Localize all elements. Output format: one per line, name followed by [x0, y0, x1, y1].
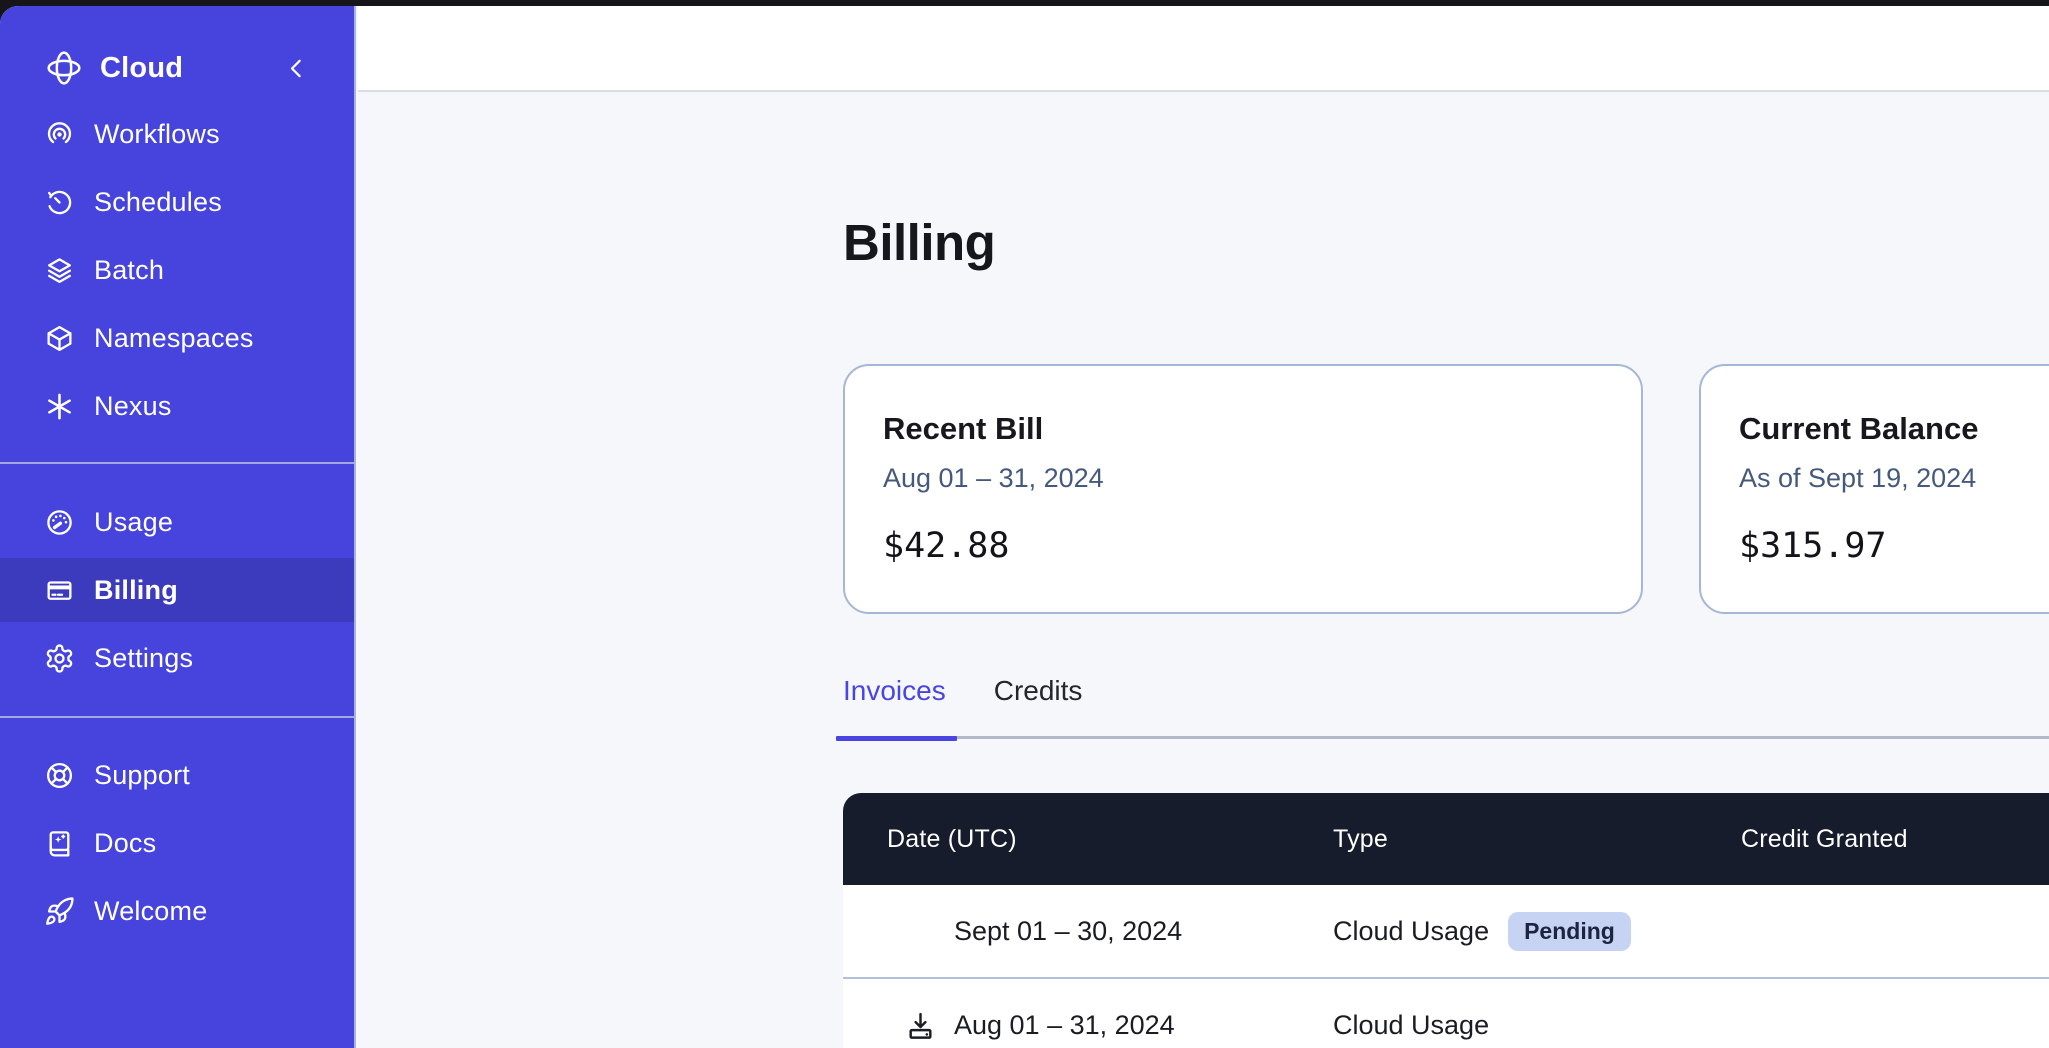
- current-balance-asof: As of Sept 19, 2024: [1739, 461, 2049, 495]
- sidebar-nav-help: Support Docs: [0, 743, 354, 943]
- sidebar-item-label: Billing: [94, 575, 178, 606]
- billing-tabs: Invoices Credits: [843, 674, 2049, 739]
- recent-bill-amount: $42.88: [883, 526, 1601, 566]
- sidebar-item-label: Welcome: [94, 896, 207, 927]
- invoice-date-cell: Aug 01 – 31, 2024: [843, 1010, 1333, 1041]
- recent-bill-period: Aug 01 – 31, 2024: [883, 461, 1601, 495]
- sidebar-item-label: Settings: [94, 643, 193, 674]
- invoices-table: Date (UTC) Type Credit Granted Sept 01 –…: [843, 793, 2049, 1048]
- sidebar-item-label: Schedules: [94, 187, 222, 218]
- settings-icon: [44, 643, 75, 674]
- sidebar-item-namespaces[interactable]: Namespaces: [0, 306, 354, 370]
- invoice-date-cell: Sept 01 – 30, 2024: [843, 916, 1333, 947]
- invoice-type-cell: Cloud Usage Pending: [1333, 912, 1741, 951]
- sidebar-nav-main: Workflows Schedules: [0, 102, 354, 438]
- sidebar-divider: [0, 716, 354, 718]
- page-title: Billing: [843, 213, 995, 272]
- invoice-row: Aug 01 – 31, 2024 Cloud Usage: [843, 977, 2049, 1048]
- sidebar-item-label: Namespaces: [94, 323, 254, 354]
- sidebar-item-label: Batch: [94, 255, 164, 286]
- main-content: Billing Recent Bill Aug 01 – 31, 2024 $4…: [358, 92, 2049, 1048]
- invoice-date: Aug 01 – 31, 2024: [954, 1010, 1175, 1041]
- sidebar-item-label: Usage: [94, 507, 173, 538]
- sidebar-item-settings[interactable]: Settings: [0, 626, 354, 690]
- sidebar-logo-row: Cloud: [0, 38, 354, 98]
- column-header-credit-granted: Credit Granted: [1741, 825, 2049, 854]
- invoice-row: Sept 01 – 30, 2024 Cloud Usage Pending: [843, 885, 2049, 977]
- tab-invoices[interactable]: Invoices: [843, 674, 946, 708]
- status-badge-pending: Pending: [1508, 912, 1631, 951]
- invoice-type: Cloud Usage: [1333, 916, 1489, 947]
- namespaces-icon: [44, 323, 75, 354]
- current-balance-title: Current Balance: [1739, 410, 2049, 448]
- download-invoice-icon[interactable]: [905, 1010, 936, 1041]
- invoice-date: Sept 01 – 30, 2024: [954, 916, 1182, 947]
- sidebar-item-docs[interactable]: Docs: [0, 811, 354, 875]
- sidebar-collapse-button[interactable]: [282, 54, 310, 82]
- sidebar-item-usage[interactable]: Usage: [0, 490, 354, 554]
- sidebar-item-label: Support: [94, 760, 190, 791]
- temporal-logo-icon: [44, 48, 84, 88]
- invoice-type-cell: Cloud Usage: [1333, 1010, 1741, 1041]
- sidebar-item-nexus[interactable]: Nexus: [0, 374, 354, 438]
- sidebar: Cloud Workflows: [0, 6, 356, 1048]
- sidebar-item-batch[interactable]: Batch: [0, 238, 354, 302]
- column-header-date: Date (UTC): [843, 825, 1333, 854]
- sidebar-item-workflows[interactable]: Workflows: [0, 102, 354, 166]
- topbar: [358, 6, 2049, 92]
- sidebar-item-label: Docs: [94, 828, 156, 859]
- usage-icon: [44, 507, 75, 538]
- invoice-type: Cloud Usage: [1333, 1010, 1489, 1041]
- billing-icon: [44, 575, 75, 606]
- sidebar-nav-account: Usage Billing: [0, 490, 354, 690]
- current-balance-amount: $315.97: [1739, 526, 2049, 566]
- sidebar-item-welcome[interactable]: Welcome: [0, 879, 354, 943]
- schedules-icon: [44, 187, 75, 218]
- download-slot-empty: [905, 916, 936, 947]
- batch-icon: [44, 255, 75, 286]
- sidebar-logo-label: Cloud: [100, 52, 183, 85]
- workflows-icon: [44, 119, 75, 150]
- docs-icon: [44, 828, 75, 859]
- current-balance-card: Current Balance As of Sept 19, 2024 $315…: [1699, 364, 2049, 614]
- app-window: Cloud Workflows: [0, 6, 2049, 1048]
- nexus-icon: [44, 391, 75, 422]
- column-header-type: Type: [1333, 825, 1741, 854]
- welcome-icon: [44, 896, 75, 927]
- recent-bill-title: Recent Bill: [883, 410, 1601, 448]
- invoices-table-header: Date (UTC) Type Credit Granted: [843, 793, 2049, 885]
- recent-bill-card: Recent Bill Aug 01 – 31, 2024 $42.88: [843, 364, 1643, 614]
- sidebar-item-schedules[interactable]: Schedules: [0, 170, 354, 234]
- sidebar-item-billing[interactable]: Billing: [0, 558, 354, 622]
- support-icon: [44, 760, 75, 791]
- tab-credits[interactable]: Credits: [994, 674, 1083, 708]
- sidebar-divider: [0, 462, 354, 464]
- sidebar-item-label: Nexus: [94, 391, 172, 422]
- sidebar-item-support[interactable]: Support: [0, 743, 354, 807]
- sidebar-item-label: Workflows: [94, 119, 220, 150]
